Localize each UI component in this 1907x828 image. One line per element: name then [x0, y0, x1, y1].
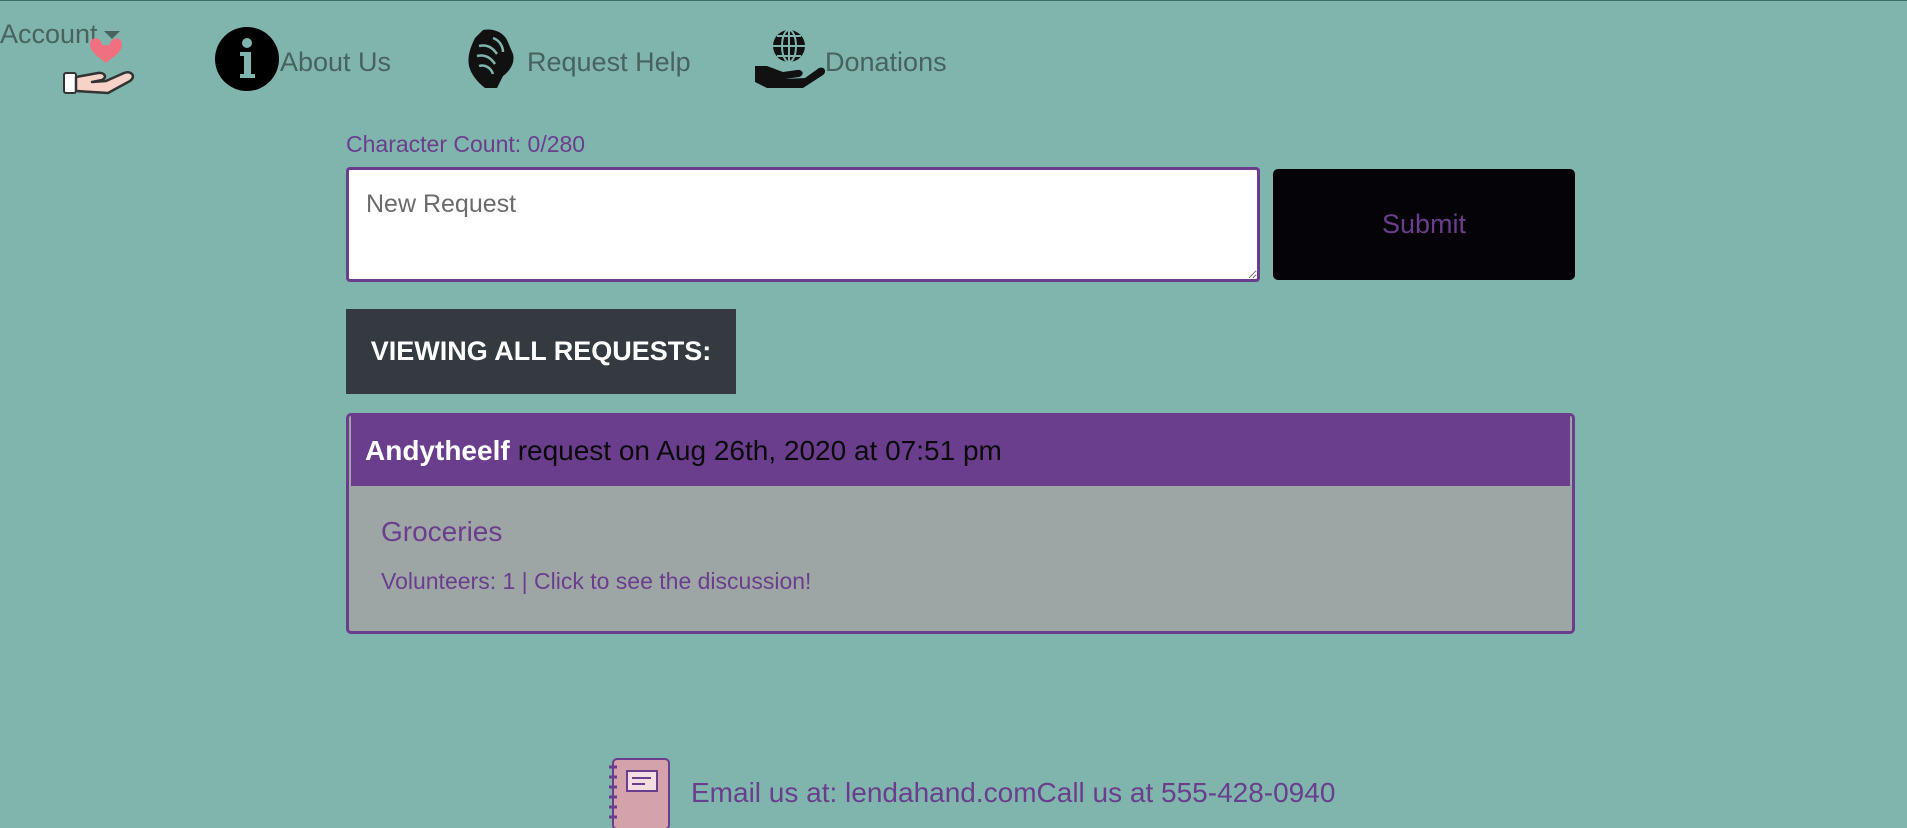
- submit-button[interactable]: Submit: [1273, 169, 1575, 280]
- heart-hand-logo[interactable]: [62, 33, 138, 99]
- nav-donations[interactable]: Donations: [753, 28, 947, 95]
- request-title[interactable]: Groceries: [381, 516, 1540, 548]
- viewing-all-requests-heading: VIEWING ALL REQUESTS:: [346, 309, 736, 394]
- nav-request-help-label: Request Help: [527, 46, 691, 77]
- volunteers-discussion-link[interactable]: Volunteers: 1 | Click to see the discuss…: [381, 568, 1540, 595]
- globe-hand-icon: [753, 26, 826, 99]
- request-card-body: Groceries Volunteers: 1 | Click to see t…: [349, 486, 1572, 625]
- character-count: Character Count: 0/280: [346, 131, 586, 157]
- request-card-header: Andytheelf request on Aug 26th, 2020 at …: [351, 416, 1570, 486]
- nav-donations-label: Donations: [825, 46, 947, 77]
- navbar: About Us Request Help Donations Account: [0, 1, 1907, 125]
- new-request-input[interactable]: [346, 167, 1260, 282]
- request-card[interactable]: Andytheelf request on Aug 26th, 2020 at …: [346, 413, 1575, 634]
- footer: Email us at: lendahand.comCall us at 555…: [605, 757, 1335, 828]
- handshake-icon: [463, 26, 517, 99]
- nav-about-label: About Us: [280, 46, 392, 77]
- nav-about-us[interactable]: About Us: [214, 26, 392, 95]
- request-username[interactable]: Andytheelf: [365, 435, 510, 467]
- info-icon: [214, 26, 280, 99]
- notebook-icon: [605, 757, 671, 828]
- footer-contact-text: Email us at: lendahand.comCall us at 555…: [691, 777, 1336, 808]
- request-date: request on Aug 26th, 2020 at 07:51 pm: [517, 435, 1002, 466]
- nav-request-help[interactable]: Request Help: [463, 28, 691, 95]
